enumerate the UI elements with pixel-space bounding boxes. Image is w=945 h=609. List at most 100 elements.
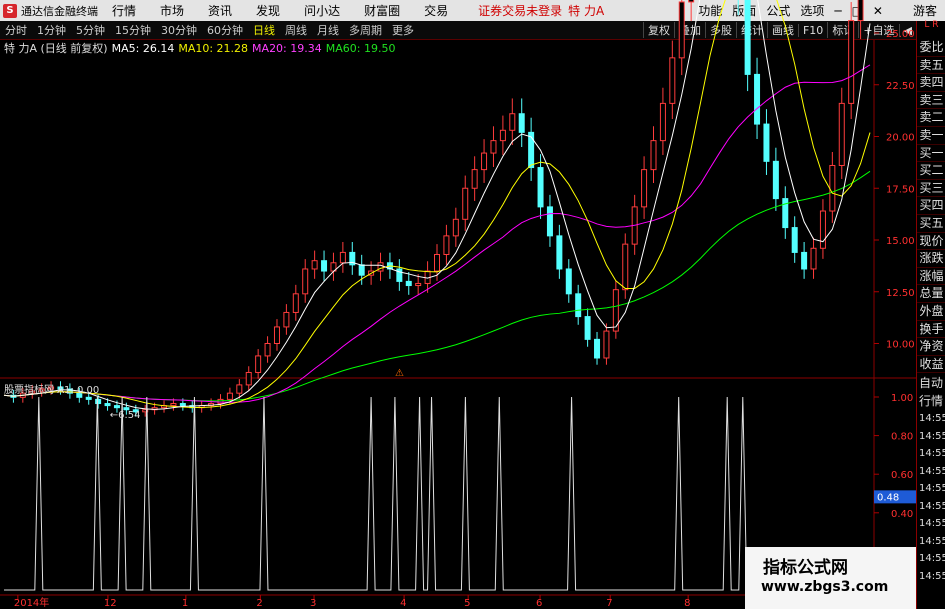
trade-time: 14:55 [919, 518, 945, 530]
watermark-url: www.zbgs3.com [761, 579, 889, 595]
sidebar-item[interactable]: 收益 [917, 356, 945, 374]
candle-body [669, 57, 676, 104]
candle-body [321, 260, 328, 272]
sidebar-auto[interactable]: 自动 [917, 375, 945, 393]
candle-body [170, 403, 177, 407]
candle-body [537, 167, 544, 208]
candle-body [819, 210, 826, 249]
indicator-current-value: 0.48 [877, 492, 899, 503]
candle-body [405, 280, 412, 287]
x-tick-label: 2 [256, 598, 262, 609]
candle-body [744, 0, 751, 75]
kline-chart[interactable]: 35.0032.5030.0027.5025.0022.5020.0017.50… [0, 0, 916, 609]
candle-body [339, 251, 346, 264]
sidebar-item[interactable]: 买三 [917, 180, 945, 198]
candle-body [113, 405, 120, 409]
candle-body [481, 152, 488, 171]
candle-body [848, 20, 855, 104]
candle-body [443, 235, 450, 255]
sidebar-item[interactable]: 外盘 [917, 303, 945, 321]
indicator-value: A1: 0.00 [57, 385, 100, 396]
sidebar-item[interactable]: 涨幅 [917, 268, 945, 286]
sidebar-item[interactable]: 涨跌 [917, 250, 945, 268]
sidebar-item[interactable]: 卖四 [917, 74, 945, 92]
quote-sidebar: L R 委比 卖五 卖四 卖三 卖二 卖一 买一 买二 买三 买四 买五 现价 涨跌 涨幅 总量 外盘 换手 净资… [916, 21, 945, 609]
sidebar-quotes[interactable]: 行情 [917, 393, 945, 411]
candle-body [264, 343, 271, 357]
candle-body [772, 160, 779, 200]
trade-time: 14:55 [919, 413, 945, 425]
sidebar-item[interactable]: 卖五 [917, 57, 945, 75]
price-tick-label: 25.00 [886, 29, 915, 40]
sidebar-item[interactable]: 买四 [917, 197, 945, 215]
trade-time: 14:55 [919, 465, 945, 477]
candle-body [236, 384, 243, 394]
candle-body [575, 293, 582, 318]
sidebar-item[interactable]: 净资 [917, 338, 945, 356]
candle-body [754, 73, 761, 125]
x-tick-label: 6 [536, 598, 542, 609]
candle-body [245, 371, 252, 386]
x-tick-label: 8 [684, 598, 690, 609]
sidebar-lr[interactable]: L R [917, 21, 945, 39]
indicator-tick-label: 0.40 [891, 509, 913, 520]
low-price-label: ←6.54 [110, 410, 141, 421]
x-tick-label: 1 [182, 598, 188, 609]
candle-body [838, 102, 845, 166]
price-tick-label: 12.50 [886, 288, 915, 299]
price-tick-label: 10.00 [886, 340, 915, 351]
candle-body [490, 140, 497, 154]
trade-time: 14:55 [919, 500, 945, 512]
x-tick-label: 2014年 [14, 596, 49, 609]
candle-body [641, 169, 648, 208]
candle-body [556, 235, 563, 270]
indicator-tick-label: 0.60 [891, 470, 913, 481]
sidebar-item[interactable]: 总量 [917, 285, 945, 303]
candle-body [311, 260, 318, 270]
candle-body [829, 164, 836, 212]
candle-body [226, 392, 233, 400]
trade-time: 14:55 [919, 535, 945, 547]
sidebar-item[interactable]: 买一 [917, 145, 945, 163]
candle-body [659, 102, 666, 142]
ma5-line [3, 0, 871, 410]
sidebar-item[interactable]: 卖二 [917, 109, 945, 127]
candle-body [179, 403, 186, 407]
candle-body [678, 1, 685, 59]
watermark: 指标公式网 www.zbgs3.com [745, 547, 916, 609]
indicator-tick-label: 1.00 [891, 393, 913, 404]
sidebar-item[interactable]: 现价 [917, 233, 945, 251]
sidebar-item[interactable]: 卖三 [917, 92, 945, 110]
candle-body [594, 338, 601, 359]
trade-time: 14:55 [919, 570, 945, 582]
candle-body [509, 113, 516, 131]
watermark-title: 指标公式网 [763, 558, 848, 578]
ma20-line [3, 64, 871, 403]
candle-body [565, 268, 572, 295]
candle-body [791, 227, 798, 253]
ma10-line [3, 0, 871, 408]
indicator-title: 股票指标网 A1: 0.00 [4, 381, 99, 396]
user-label[interactable]: 游客 [913, 2, 937, 19]
x-tick-label: 4 [400, 598, 406, 609]
candle-body [434, 253, 440, 272]
price-tick-label: 15.00 [886, 236, 915, 247]
x-tick-label: 3 [310, 598, 316, 609]
candle-body [546, 206, 553, 237]
sidebar-item[interactable]: 卖一 [917, 127, 945, 145]
sidebar-item[interactable]: 买二 [917, 162, 945, 180]
candle-body [801, 251, 808, 270]
trade-time: 14:55 [919, 553, 945, 565]
sidebar-item[interactable]: 委比 [917, 39, 945, 57]
candle-body [471, 169, 478, 189]
candle-body [292, 293, 299, 313]
candle-body [95, 398, 102, 405]
x-tick-label: 12 [104, 598, 117, 609]
candle-body [415, 282, 422, 287]
candle-body [255, 355, 262, 373]
sidebar-item[interactable]: 买五 [917, 215, 945, 233]
candle-body [499, 129, 506, 142]
candle-body [518, 113, 525, 133]
sidebar-item[interactable]: 换手 [917, 321, 945, 339]
price-tick-label: 22.50 [886, 81, 915, 92]
